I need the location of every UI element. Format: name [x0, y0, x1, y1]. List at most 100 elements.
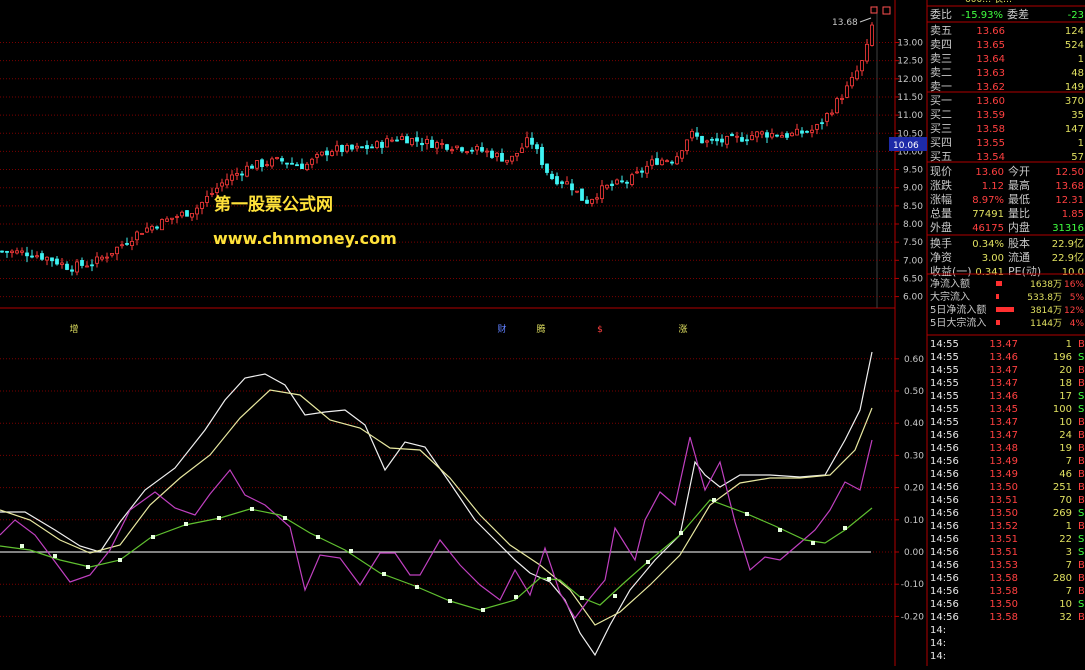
trade-time: 14:56 — [930, 599, 959, 610]
stat-label: 量比 — [1008, 207, 1030, 220]
price-tick-label: 7.50 — [903, 238, 923, 248]
stat-label: 流通 — [1008, 250, 1030, 264]
trade-time: 14:56 — [930, 456, 959, 467]
candle-body — [10, 250, 14, 253]
trade-side: S — [1078, 508, 1084, 519]
indicator-green-line — [0, 499, 873, 611]
candle-body — [665, 160, 669, 163]
trade-time: 14:56 — [930, 586, 959, 597]
candle-body — [30, 255, 34, 258]
candle-body — [175, 216, 179, 218]
trade-side: B — [1078, 495, 1085, 506]
candle-body — [190, 213, 194, 218]
watermark-url[interactable]: www.chnmoney.com — [213, 229, 397, 248]
trade-volume: 7 — [1066, 586, 1072, 597]
ask-price: 13.63 — [976, 68, 1005, 79]
candle-body — [355, 145, 359, 149]
candle-body — [405, 136, 409, 144]
event-marker: $ — [597, 325, 603, 335]
candle-body — [315, 154, 319, 158]
trade-price: 13.47 — [989, 339, 1018, 350]
trade-price: 13.50 — [989, 508, 1018, 519]
candle-body — [760, 131, 764, 135]
candle-body — [595, 197, 599, 200]
trade-price: 13.51 — [989, 547, 1018, 558]
candle-body — [590, 198, 594, 204]
window-maximize-icon[interactable] — [882, 6, 891, 15]
trade-price: 13.47 — [989, 430, 1018, 441]
watermark-title: 第一股票公式网 — [214, 194, 333, 215]
trade-volume: 196 — [1053, 352, 1072, 363]
candle-body — [785, 133, 789, 138]
trade-price: 13.53 — [989, 560, 1018, 571]
flow-value: 3814万 — [1030, 306, 1062, 316]
candle-body — [860, 60, 864, 72]
indicator-green-dot — [514, 595, 518, 599]
candlestick-series — [0, 22, 874, 276]
candle-body — [45, 256, 49, 261]
candle-body — [15, 250, 19, 254]
flow-bar — [996, 307, 1014, 312]
indicator-green-dot — [118, 558, 122, 562]
window-restore-icon[interactable] — [870, 6, 878, 14]
trade-side: S — [1078, 534, 1084, 545]
candle-body — [815, 124, 819, 130]
bid-level-label: 买一 — [930, 94, 952, 107]
price-tick-label: 9.50 — [903, 166, 923, 176]
trade-side: S — [1078, 352, 1084, 363]
stat-label: 总量 — [930, 206, 952, 220]
trade-side: B — [1078, 521, 1085, 532]
candle-body — [105, 256, 109, 259]
ask-volume: 524 — [1065, 40, 1084, 51]
candle-body — [585, 199, 589, 204]
trade-price: 13.50 — [989, 482, 1018, 493]
ask-level-label: 卖四 — [930, 38, 952, 51]
price-tick-label: 6.50 — [903, 274, 923, 284]
peak-pointer — [859, 17, 872, 23]
candle-body — [375, 141, 379, 149]
candle-body — [715, 138, 719, 142]
candle-body — [85, 265, 89, 268]
candle-body — [790, 132, 794, 137]
trade-time: 14:55 — [930, 417, 959, 428]
candle-body — [60, 262, 64, 265]
ask-level-label: 卖一 — [930, 80, 952, 93]
candle-body — [40, 253, 44, 260]
candle-body — [215, 187, 219, 193]
candle-body — [615, 179, 619, 185]
price-tick-label: 12.00 — [897, 75, 923, 85]
trade-volume: 17 — [1059, 391, 1072, 402]
weibi-label: 委比 — [930, 8, 952, 21]
candle-body — [780, 135, 784, 138]
trade-time: 14:56 — [930, 573, 959, 584]
candle-body — [185, 210, 189, 217]
candle-body — [680, 150, 684, 159]
indicator-tick-label: 0.30 — [904, 451, 924, 461]
indicator-green-dot — [679, 531, 683, 535]
chart-frame — [0, 0, 928, 666]
indicator-green-dot — [250, 507, 254, 511]
candle-body — [125, 243, 129, 245]
trade-volume: 32 — [1059, 612, 1072, 623]
candle-body — [610, 183, 614, 187]
candle-body — [490, 150, 494, 158]
candle-body — [415, 137, 419, 142]
indicator-green-dot — [811, 541, 815, 545]
price-tick-label: 12.50 — [897, 57, 923, 67]
trade-time: 14: — [930, 625, 946, 636]
candle-body — [310, 158, 314, 165]
trade-side: B — [1078, 430, 1085, 441]
trade-volume: 280 — [1053, 573, 1072, 584]
indicator-gridlines — [0, 358, 895, 617]
candle-body — [445, 144, 449, 150]
event-marker: 涨 — [678, 324, 687, 335]
trade-time: 14:56 — [930, 508, 959, 519]
trade-volume: 1 — [1066, 339, 1072, 350]
indicator-green-dot — [712, 498, 716, 502]
indicator-green-dot — [613, 594, 617, 598]
bid-level-label: 买二 — [930, 108, 952, 121]
indicator-green-dot — [86, 565, 90, 569]
candle-body — [520, 147, 524, 153]
ask-volume: 48 — [1071, 68, 1084, 79]
ask-volume: 1 — [1078, 54, 1084, 65]
